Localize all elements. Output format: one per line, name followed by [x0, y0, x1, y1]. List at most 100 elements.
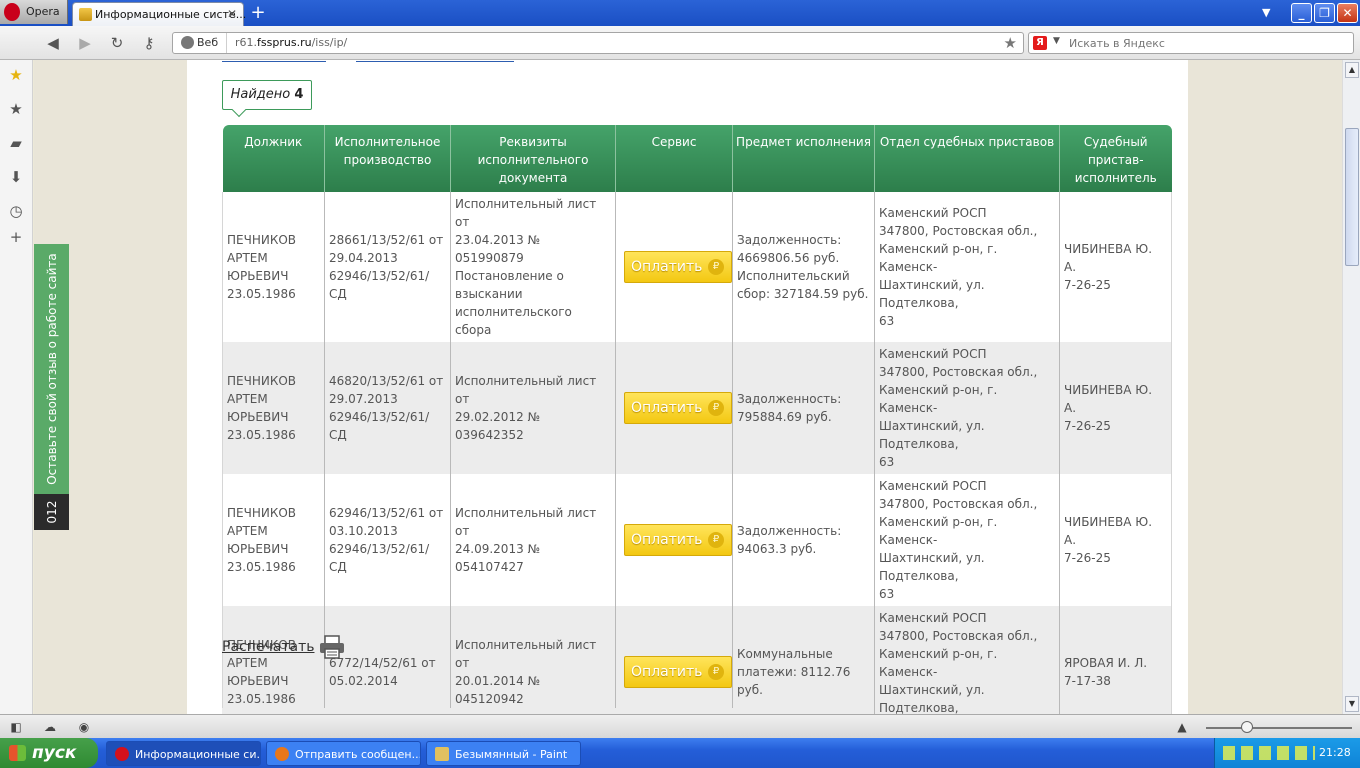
cell-line: Каменский р-он, г. Каменск-: [879, 647, 998, 679]
top-link-2[interactable]: [356, 60, 514, 62]
tab-active[interactable]: Информационные систе... ✕: [72, 2, 246, 26]
tab-close-icon[interactable]: ✕: [227, 7, 237, 21]
scroll-up-arrow-icon[interactable]: ▲: [1345, 62, 1359, 78]
ruble-icon: ₽: [708, 664, 724, 680]
key-icon[interactable]: ⚷: [140, 34, 158, 52]
pay-button-label: Оплатить: [631, 664, 703, 680]
tab-list-chevron-icon[interactable]: ▼: [1262, 6, 1270, 19]
address-bar[interactable]: Веб r61.fssprus.ru/iss/ip/ ★: [172, 32, 1024, 54]
speed-dial-star-icon[interactable]: ★: [7, 66, 25, 84]
table-row: ПЕЧНИКОВ АРТЕМ ЮРЬЕВИЧ 23.05.1986 46820/13/5…: [222, 342, 1172, 474]
cell-line: ЧИБИНЕВА Ю. А.: [1064, 242, 1153, 274]
history-clock-icon[interactable]: ◷: [7, 202, 25, 220]
cell-line: 7-26-25: [1064, 278, 1111, 292]
top-link-1[interactable]: [222, 60, 326, 62]
cell-line: 4669806.56 руб.: [737, 251, 840, 265]
taskbar-item-label: Информационные си...: [135, 748, 261, 761]
notes-icon[interactable]: ▰: [7, 134, 25, 152]
feedback-tab[interactable]: Оставьте свой отзыв о работе сайта: [34, 244, 69, 494]
cell-line: Исполнительный лист от: [455, 638, 597, 670]
address-web-badge[interactable]: Веб: [173, 33, 227, 53]
cell-proceeding: 46820/13/52/61 от 29.07.2013 62946/13/52/6…: [324, 342, 451, 474]
clock: 21:28: [1319, 746, 1351, 759]
ruble-icon: ₽: [708, 400, 724, 416]
cell-proceeding: 28661/13/52/61 от 29.04.2013 62946/13/52/6…: [324, 192, 451, 342]
cell-subject: Коммунальные платежи: 8112.76 руб.: [732, 606, 875, 714]
cell-line: 62946/13/52/61 от: [329, 506, 444, 520]
taskbar-item-opera[interactable]: Информационные си...: [106, 741, 261, 766]
panel-toggle-icon[interactable]: ◧: [8, 719, 24, 735]
print-link[interactable]: Распечатать: [222, 639, 314, 655]
downloads-icon[interactable]: ⬇: [7, 168, 25, 186]
cell-line: 62946/13/52/61/СД: [329, 269, 430, 301]
cell-line: 63: [879, 314, 895, 328]
tray-icons[interactable]: [1223, 746, 1315, 760]
search-engine-dropdown-icon[interactable]: ▼: [1053, 36, 1060, 46]
column-header: Реквизиты исполнительного документа: [450, 125, 616, 192]
vertical-scrollbar[interactable]: ▲ ▼: [1342, 60, 1360, 714]
cell-department: Каменский РОСП 347800, Ростовская обл., Ка…: [874, 606, 1060, 714]
taskbar-item-label: Безымянный - Paint: [455, 748, 568, 761]
column-header: Предмет исполнения: [732, 125, 875, 192]
printer-icon[interactable]: [318, 635, 346, 659]
cell-debtor: ПЕЧНИКОВ АРТЕМ ЮРЬЕВИЧ 23.05.1986: [222, 192, 325, 342]
address-url[interactable]: r61.fssprus.ru/iss/ip/: [235, 33, 347, 53]
bookmark-star-icon[interactable]: ★: [1004, 34, 1017, 52]
cell-line: 347800, Ростовская обл.,: [879, 497, 1038, 511]
found-count: 4: [294, 87, 304, 102]
cell-line: 23.05.1986: [227, 692, 296, 706]
cell-line: Каменский РОСП: [879, 347, 987, 361]
cell-line: исполнительского сбора: [455, 305, 572, 337]
new-tab-button[interactable]: +: [248, 3, 268, 23]
yandex-logo-icon[interactable]: Я: [1033, 36, 1047, 50]
status-bar: ◧ ☁ ◉ ▲: [0, 714, 1360, 738]
found-label: Найдено: [230, 87, 291, 102]
cell-proceeding: 6772/14/52/61 от 05.02.2014: [324, 606, 451, 714]
table-row: ПЕЧНИКОВ АРТЕМ ЮРЬЕВИЧ 23.05.1986 6772/14/52…: [222, 606, 1172, 714]
side-panel: ★ ★ ▰ ⬇ ◷ +: [0, 60, 33, 714]
cell-line: ЧИБИНЕВА Ю. А.: [1064, 383, 1153, 415]
opera-unite-cloud-icon[interactable]: ☁: [42, 719, 58, 735]
taskbar-item-paint[interactable]: Безымянный - Paint: [426, 741, 581, 766]
cell-line: 347800, Ростовская обл.,: [879, 365, 1038, 379]
back-arrow-icon[interactable]: ◀: [44, 34, 62, 52]
cell-line: Каменский р-он, г. Каменск-: [879, 242, 998, 274]
cell-line: 795884.69 руб.: [737, 410, 832, 424]
zoom-slider-thumb[interactable]: [1241, 721, 1253, 733]
window-close-button[interactable]: ✕: [1337, 3, 1358, 23]
page-content: Найдено 4 Должник Исполнительное произво…: [187, 60, 1188, 714]
cell-line: 29.07.2013: [329, 392, 398, 406]
start-button[interactable]: пуск: [0, 738, 98, 768]
cell-line: 7-26-25: [1064, 551, 1111, 565]
bookmarks-star-icon[interactable]: ★: [7, 100, 25, 118]
pay-button[interactable]: Оплатить ₽: [624, 392, 732, 424]
opera-menu-button[interactable]: Opera: [0, 0, 68, 24]
scroll-down-arrow-icon[interactable]: ▼: [1345, 696, 1359, 712]
cell-line: 347800, Ростовская обл.,: [879, 629, 1038, 643]
cell-line: Постановление о: [455, 269, 564, 283]
column-header: Сервис: [615, 125, 733, 192]
window-minimize-button[interactable]: _: [1291, 3, 1312, 23]
page-background: Найдено 4 Должник Исполнительное произво…: [34, 60, 1342, 714]
column-header: Должник: [222, 125, 325, 192]
cell-document: Исполнительный лист от 29.02.2012 № 03964…: [450, 342, 616, 474]
reload-icon[interactable]: ↻: [108, 34, 126, 52]
opera-link-icon[interactable]: ◉: [76, 719, 92, 735]
forward-arrow-icon[interactable]: ▶: [76, 34, 94, 52]
cell-line: 28661/13/52/61 от: [329, 233, 444, 247]
search-box[interactable]: Я ▼: [1028, 32, 1354, 54]
cell-debtor: ПЕЧНИКОВ АРТЕМ ЮРЬЕВИЧ 23.05.1986: [222, 474, 325, 606]
opera-logo-icon: [4, 3, 20, 21]
zoom-menu-icon[interactable]: ▲: [1174, 719, 1190, 735]
pay-button[interactable]: Оплатить ₽: [624, 251, 732, 283]
pay-button[interactable]: Оплатить ₽: [624, 656, 732, 688]
add-panel-icon[interactable]: +: [7, 228, 25, 246]
zoom-slider-track[interactable]: [1206, 727, 1352, 729]
cell-line: 23.05.1986: [227, 560, 296, 574]
search-input[interactable]: [1069, 33, 1349, 53]
pay-button[interactable]: Оплатить ₽: [624, 524, 732, 556]
cell-line: Шахтинский, ул. Подтелкова,: [879, 551, 985, 583]
window-restore-button[interactable]: ❐: [1314, 3, 1335, 23]
taskbar-item-firefox[interactable]: Отправить сообщен...: [266, 741, 421, 766]
scrollbar-thumb[interactable]: [1345, 128, 1359, 266]
